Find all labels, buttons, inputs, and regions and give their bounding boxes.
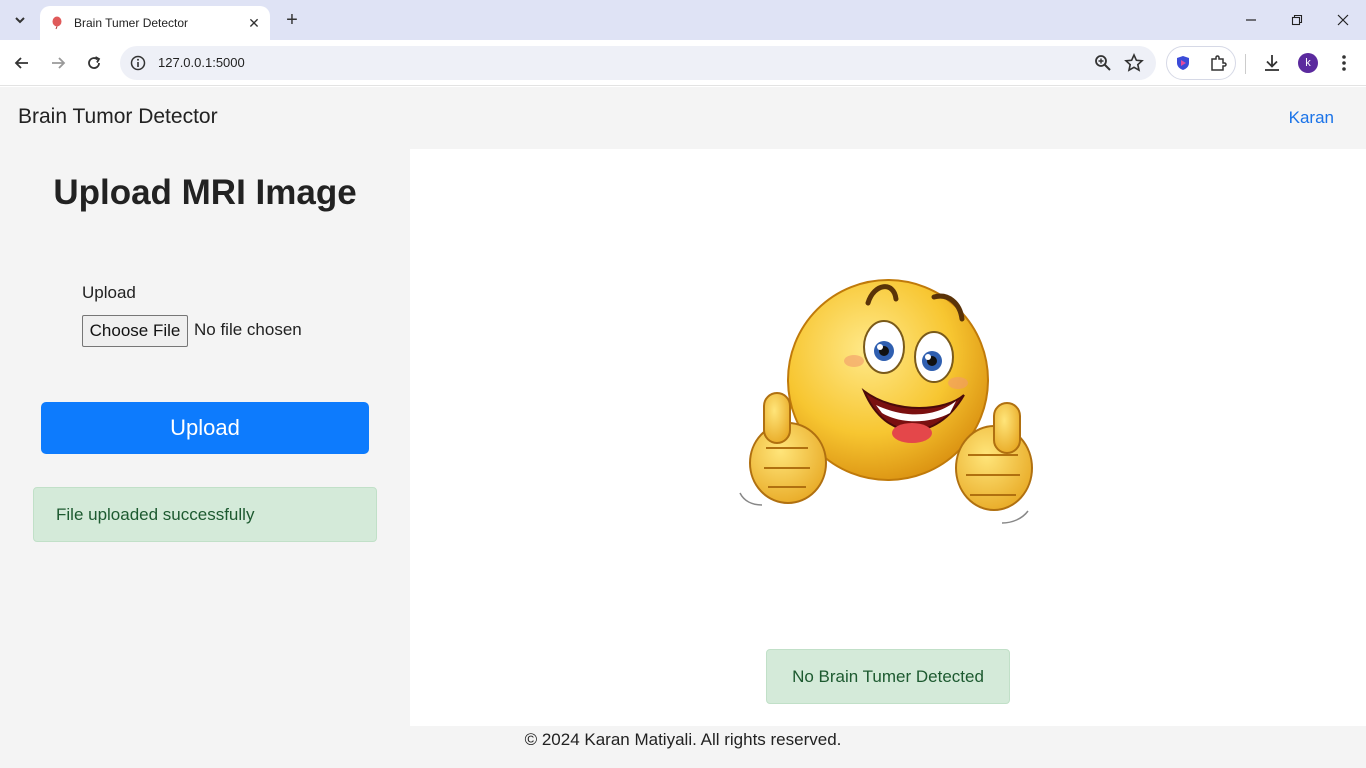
profile-avatar[interactable]: k (1298, 53, 1318, 73)
bookmark-star-icon[interactable] (1124, 53, 1144, 73)
tab-search-button[interactable] (8, 8, 32, 32)
upload-sidebar: Upload MRI Image Upload Choose File No f… (0, 149, 410, 726)
zoom-icon[interactable] (1094, 54, 1112, 72)
site-info-icon[interactable] (130, 55, 146, 71)
upload-success-alert: File uploaded successfully (33, 487, 377, 542)
upload-button[interactable]: Upload (41, 402, 369, 454)
result-text: No Brain Tumer Detected (792, 666, 984, 686)
toolbar-divider (1245, 54, 1246, 74)
upload-label: Upload (82, 283, 136, 302)
reload-button[interactable] (82, 51, 106, 75)
site-navbar: Brain Tumor Detector Karan (0, 87, 1366, 149)
extensions-group (1166, 46, 1236, 80)
forward-button[interactable] (46, 51, 70, 75)
back-button[interactable] (10, 51, 34, 75)
tab-title: Brain Tumer Detector (74, 16, 189, 30)
more-vert-icon (1342, 55, 1346, 71)
reload-icon (88, 56, 101, 69)
close-icon (1337, 14, 1349, 26)
file-status-text: No file chosen (194, 320, 302, 339)
address-bar[interactable]: 127.0.0.1:5000 (120, 46, 1156, 80)
browser-menu-button[interactable] (1334, 52, 1354, 74)
browser-tab[interactable]: Brain Tumer Detector ✕ (40, 6, 270, 40)
puzzle-icon[interactable] (1209, 54, 1227, 72)
balloon-favicon-icon (52, 16, 62, 30)
navbar-brand[interactable]: Brain Tumor Detector (18, 105, 218, 129)
result-panel: No Brain Tumer Detected (410, 149, 1366, 726)
upload-success-text: File uploaded successfully (56, 504, 255, 524)
result-alert: No Brain Tumer Detected (766, 649, 1010, 704)
new-tab-button[interactable]: + (280, 8, 304, 32)
download-icon[interactable] (1261, 52, 1283, 74)
extension-shield-icon[interactable] (1175, 55, 1191, 71)
minimize-button[interactable] (1239, 8, 1263, 32)
arrow-right-icon (52, 57, 66, 69)
footer-copyright: © 2024 Karan Matiyali. All rights reserv… (524, 730, 842, 749)
site-footer: © 2024 Karan Matiyali. All rights reserv… (0, 726, 1366, 768)
thumbs-up-smiley-image (739, 279, 1033, 524)
url-text[interactable]: 127.0.0.1:5000 (158, 55, 245, 70)
browser-toolbar: 127.0.0.1:5000 k (0, 40, 1366, 86)
close-window-button[interactable] (1331, 8, 1355, 32)
page-title: Upload MRI Image (53, 173, 357, 212)
restore-icon (1291, 14, 1303, 26)
tab-close-icon[interactable]: ✕ (244, 13, 264, 33)
chevron-down-icon (15, 17, 25, 24)
minimize-icon (1246, 19, 1256, 21)
choose-file-button[interactable]: Choose File (82, 315, 188, 347)
browser-tab-bar: Brain Tumer Detector ✕ + (0, 0, 1366, 40)
restore-button[interactable] (1285, 8, 1309, 32)
navbar-link-karan[interactable]: Karan (1289, 108, 1334, 128)
arrow-left-icon (14, 57, 28, 69)
